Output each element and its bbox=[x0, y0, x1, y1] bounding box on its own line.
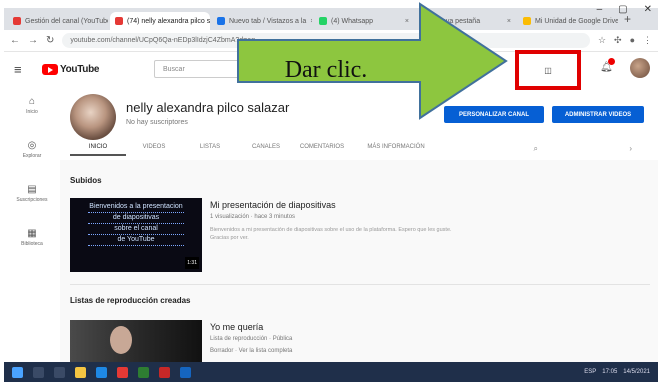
bottom-frame bbox=[0, 382, 662, 389]
channel-tab[interactable]: LISTAS bbox=[182, 144, 238, 156]
star-icon[interactable]: ☆ bbox=[598, 35, 606, 46]
playlist-title[interactable]: Yo me quería bbox=[210, 322, 263, 332]
video-duration: 1:31 bbox=[185, 257, 199, 269]
powerpoint-icon[interactable] bbox=[159, 366, 170, 378]
playlist-submeta: Borrador · Ver la lista completa bbox=[210, 348, 293, 354]
sidebar: ⌂ Inicio ◎ Explorar ▤ Suscripciones ▦ Bibliotec… bbox=[4, 86, 60, 362]
system-tray: ESP 17:05 14/5/2021 bbox=[584, 369, 650, 375]
sidebar-item[interactable]: ⌂ Inicio bbox=[4, 96, 60, 130]
tab-label: (74) nelly alexandra pilco s bbox=[127, 17, 210, 25]
video-title[interactable]: Mi presentación de diapositivas bbox=[210, 200, 336, 210]
channel-tab[interactable]: CANALES bbox=[238, 144, 294, 156]
menu-dots-icon[interactable]: ⋮ bbox=[643, 35, 652, 46]
create-video-button[interactable]: ◫ bbox=[515, 50, 581, 90]
hamburger-menu-icon[interactable]: ≡ bbox=[14, 62, 42, 77]
thumbnail-text-line: de diapositivas bbox=[88, 213, 184, 224]
language-indicator[interactable]: ESP bbox=[584, 369, 596, 375]
tab-label: Mi Unidad de Google Drive bbox=[535, 17, 618, 25]
channel-content: Subidos Bienvenidos a la presentacion de … bbox=[60, 160, 658, 362]
forward-icon[interactable]: → bbox=[28, 35, 38, 46]
subscriptions-icon: ▤ bbox=[27, 184, 37, 195]
video-thumbnail[interactable]: Bienvenidos a la presentacion de diaposit… bbox=[70, 198, 202, 272]
channel-avatar bbox=[70, 94, 116, 140]
tab-favicon-icon bbox=[115, 17, 123, 25]
app-icon[interactable] bbox=[138, 366, 149, 378]
profile-icon[interactable]: ● bbox=[630, 35, 635, 46]
playlist-meta: Lista de reproducción · Pública bbox=[210, 336, 293, 342]
search-channel-icon[interactable]: ⌕ bbox=[534, 144, 538, 154]
library-icon: ▦ bbox=[27, 228, 37, 239]
sidebar-item-label: Suscripciones bbox=[16, 197, 48, 203]
channel-tab[interactable]: MÁS INFORMACIÓN bbox=[350, 144, 442, 156]
back-icon[interactable]: ← bbox=[10, 35, 20, 46]
extensions: ☆ ✣ ● ⋮ bbox=[598, 35, 652, 46]
clock-date[interactable]: 14/5/2021 bbox=[623, 369, 650, 375]
maximize-icon[interactable]: ▢ bbox=[618, 4, 627, 15]
sidebar-item[interactable]: ▤ Suscripciones bbox=[4, 184, 60, 218]
callout-text: Dar clic. bbox=[284, 56, 368, 83]
sidebar-item[interactable]: ◎ Explorar bbox=[4, 140, 60, 174]
chevron-right-icon[interactable]: › bbox=[629, 144, 632, 153]
playlists-section-title: Listas de reproducción creadas bbox=[70, 296, 191, 305]
explore-icon: ◎ bbox=[27, 140, 37, 151]
sidebar-item-label: Biblioteca bbox=[21, 241, 43, 247]
uploads-section-title: Subidos bbox=[70, 176, 102, 185]
section-divider bbox=[70, 284, 650, 285]
youtube-play-icon bbox=[42, 63, 58, 75]
close-window-icon[interactable]: ✕ bbox=[644, 4, 652, 15]
windows-start-icon[interactable] bbox=[12, 366, 23, 378]
windows-taskbar: ESP 17:05 14/5/2021 bbox=[4, 362, 658, 382]
notification-badge bbox=[608, 58, 615, 65]
puzzle-icon[interactable]: ✣ bbox=[614, 35, 622, 46]
sidebar-item-label: Explorar bbox=[22, 153, 42, 159]
create-video-icon: ◫ bbox=[544, 65, 552, 75]
reload-icon[interactable]: ↻ bbox=[46, 35, 54, 46]
home-icon: ⌂ bbox=[28, 96, 36, 107]
channel-tab[interactable]: INICIO bbox=[70, 144, 126, 156]
tab-favicon-icon bbox=[523, 17, 531, 25]
search-taskbar-icon[interactable] bbox=[33, 366, 44, 378]
channel-tab[interactable]: COMENTARIOS bbox=[294, 144, 350, 156]
sidebar-item-label: Inicio bbox=[26, 109, 38, 115]
person-face bbox=[110, 326, 132, 354]
video-description: Bienvenidos a mi presentación de diaposi… bbox=[210, 227, 452, 241]
window-controls: – ▢ ✕ bbox=[597, 4, 652, 15]
youtube-logo-text: YouTube bbox=[60, 63, 100, 75]
sidebar-item[interactable]: ▦ Biblioteca bbox=[4, 228, 60, 262]
thumbnail-text-line: Bienvenidos a la presentacion bbox=[88, 202, 184, 213]
task-view-icon[interactable] bbox=[54, 366, 65, 378]
minimize-icon[interactable]: – bbox=[597, 4, 603, 15]
browser-tab[interactable]: Gestión del canal (YouTube)× bbox=[8, 12, 108, 30]
video-meta: 1 visualización · hace 3 minutos bbox=[210, 214, 296, 220]
channel-tab[interactable]: VIDEOS bbox=[126, 144, 182, 156]
manage-videos-button[interactable]: ADMINISTRAR VIDEOS bbox=[552, 106, 644, 123]
edge-icon[interactable] bbox=[96, 366, 107, 378]
youtube-logo[interactable]: YouTube bbox=[42, 63, 100, 75]
channel-tabs: INICIO VIDEOS LISTAS CANALES COMENTARIOS MÁS … bbox=[70, 144, 442, 156]
tab-favicon-icon bbox=[13, 17, 21, 25]
file-explorer-icon[interactable] bbox=[75, 366, 86, 378]
browser-tab[interactable]: (74) nelly alexandra pilco s× bbox=[110, 12, 210, 30]
subscriber-count: No hay suscriptores bbox=[126, 119, 188, 126]
clock-time[interactable]: 17:05 bbox=[602, 369, 617, 375]
chrome-icon[interactable] bbox=[117, 366, 128, 378]
tab-favicon-icon bbox=[217, 17, 225, 25]
thumbnail-text-line: sobre el canal bbox=[88, 224, 184, 235]
word-icon[interactable] bbox=[180, 366, 191, 378]
account-avatar[interactable] bbox=[630, 58, 650, 78]
playlist-thumbnail[interactable] bbox=[70, 320, 202, 362]
thumbnail-text-line: de YouTube bbox=[88, 235, 184, 246]
tab-label: Gestión del canal (YouTube) bbox=[25, 17, 108, 25]
